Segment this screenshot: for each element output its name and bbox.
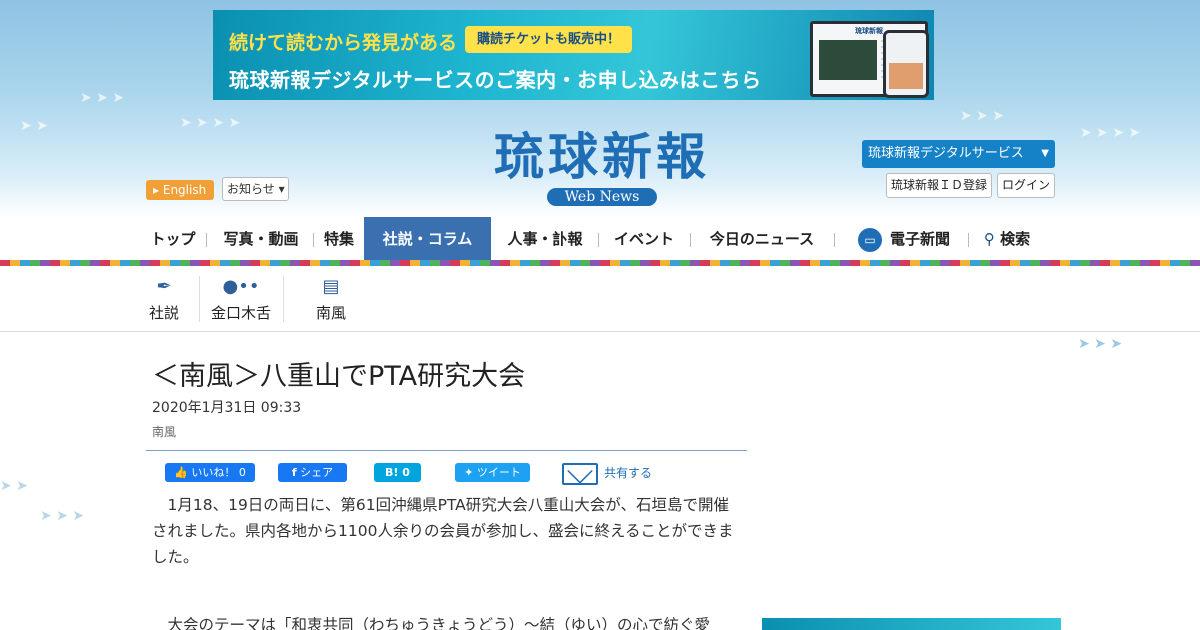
bird-icon: ✦ xyxy=(464,466,474,479)
subnav-divider xyxy=(199,276,200,322)
notice-label: お知らせ xyxy=(227,182,275,196)
caret-right-icon: ▸ xyxy=(153,183,160,197)
facebook-icon: f xyxy=(291,466,297,479)
mail-share-button[interactable]: 共有する xyxy=(562,461,652,485)
pen-icon: ✒ xyxy=(156,276,172,297)
digital-service-dropdown[interactable]: 琉球新報デジタルサービス ▼ xyxy=(862,140,1055,168)
nav-item-personnel-obituary[interactable]: 人事・訃報 xyxy=(502,217,588,261)
login-button[interactable]: ログイン xyxy=(997,173,1055,198)
tweet-label: ツイート xyxy=(476,466,521,479)
subnav-label: 南風 xyxy=(315,304,346,322)
logo-subtitle: Web News xyxy=(546,188,658,206)
english-button[interactable]: ▸ English xyxy=(146,180,214,200)
column-subnav: ✒ 社説 ●•• 金口木舌 ▤ 南風 xyxy=(0,266,1200,332)
nav-item-editorial-column[interactable]: 社説・コラム xyxy=(364,217,491,261)
e-paper-label: 電子新聞 xyxy=(889,230,950,248)
article-title: ＜南風＞八重山でPTA研究大会 xyxy=(152,361,526,392)
share-label: シェア xyxy=(300,466,334,479)
fish-decoration: ➤ ➤ xyxy=(0,478,28,494)
facebook-share-button[interactable]: f シェア xyxy=(278,463,347,482)
subnav-label: 金口木舌 xyxy=(210,304,271,322)
digital-service-banner[interactable]: 続けて読むから発見がある 購読チケットも販売中！ 琉球新報デジタルサービスのご案… xyxy=(213,10,934,100)
like-label: いいね！ 0 xyxy=(191,466,246,479)
fish-decoration: ➤ ➤ ➤ ➤ xyxy=(1080,125,1141,141)
nav-divider xyxy=(598,233,599,247)
notice-dropdown[interactable]: お知らせ ▾ xyxy=(222,177,289,201)
banner-headline: 続けて読むから発見がある xyxy=(229,32,458,54)
thumbs-up-icon: 👍 xyxy=(174,466,188,479)
phone-screen-photo xyxy=(889,63,923,89)
fish-decoration: ➤ ➤ ➤ ➤ xyxy=(180,115,241,131)
subnav-item-nanpu[interactable]: ▤ 南風 xyxy=(313,276,349,326)
id-register-button[interactable]: 琉球新報ＩＤ登録 xyxy=(886,173,992,198)
article-date: 2020年1月31日 09:33 xyxy=(152,400,302,416)
nav-divider xyxy=(968,233,969,247)
search-label: 検索 xyxy=(1000,230,1031,248)
nav-item-today-news[interactable]: 今日のニュース xyxy=(702,217,822,261)
nav-item-search[interactable]: ⚲ 検索 xyxy=(978,217,1036,261)
caret-down-icon: ▾ xyxy=(278,182,285,196)
envelope-icon xyxy=(562,462,598,485)
english-label: English xyxy=(162,183,207,197)
subnav-divider xyxy=(283,276,284,322)
subnav-label: 社説 xyxy=(148,304,179,322)
facebook-like-button[interactable]: 👍 いいね！ 0 xyxy=(165,463,255,482)
fish-decoration: ➤ ➤ ➤ xyxy=(1078,336,1123,352)
fish-decoration: ➤ ➤ ➤ xyxy=(40,508,85,524)
mail-share-label: 共有する xyxy=(604,466,653,480)
nav-divider xyxy=(834,233,835,247)
article-paragraph: 1月18、19日の両日に、第61回沖縄県PTA研究大会八重山大会が、石垣島で開催… xyxy=(152,496,734,566)
message-icon: ▤ xyxy=(322,276,340,297)
banner-ticket-pill: 購読チケットも販売中！ xyxy=(465,26,633,53)
nav-item-photo-video[interactable]: 写真・動画 xyxy=(218,217,304,261)
subnav-item-editorial[interactable]: ✒ 社説 xyxy=(146,276,182,326)
title-divider xyxy=(146,450,747,451)
fish-decoration: ➤ ➤ ➤ xyxy=(960,108,1005,124)
laptop-screen-photo xyxy=(819,40,877,80)
banner-subheadline: 琉球新報デジタルサービスのご案内・お申し込みはこちら xyxy=(229,68,762,92)
monitor-icon: ▭ xyxy=(857,227,882,252)
hatena-bookmark-button[interactable]: B! 0 xyxy=(374,463,421,482)
caret-down-icon: ▼ xyxy=(1041,148,1049,159)
main-nav: トップ 写真・動画 特集 社説・コラム 人事・訃報 イベント 今日のニュース ▭… xyxy=(0,217,1200,261)
article-category[interactable]: 南風 xyxy=(152,423,176,440)
nav-item-top[interactable]: トップ xyxy=(146,217,200,261)
nav-item-e-paper[interactable]: ▭ 電子新聞 xyxy=(852,217,956,261)
nav-divider xyxy=(313,233,314,247)
sidebar-ad[interactable] xyxy=(762,618,1061,630)
fish-decoration: ➤ ➤ ➤ xyxy=(80,90,125,106)
article-paragraph: 大会のテーマは「和衷共同（わちゅうきょうどう）～結（ゆい）の心で紡ぐ愛 xyxy=(167,616,711,630)
search-icon: ⚲ xyxy=(983,230,995,248)
logo-wordmark: 琉球新報 xyxy=(494,127,710,186)
subnav-item-kinkuchi[interactable]: ●•• 金口木舌 xyxy=(207,276,275,326)
phone-illustration xyxy=(883,30,929,98)
nav-divider xyxy=(690,233,691,247)
nav-divider xyxy=(206,233,207,247)
nav-item-event[interactable]: イベント xyxy=(608,217,680,261)
site-logo[interactable]: 琉球新報 Web News xyxy=(454,128,750,206)
nav-item-feature[interactable]: 特集 xyxy=(320,217,358,261)
digital-service-label: 琉球新報デジタルサービス xyxy=(868,146,1024,161)
speech-bubble-icon: ●•• xyxy=(222,276,260,297)
tweet-button[interactable]: ✦ ツイート xyxy=(455,463,530,482)
fish-decoration: ➤ ➤ xyxy=(20,118,48,134)
